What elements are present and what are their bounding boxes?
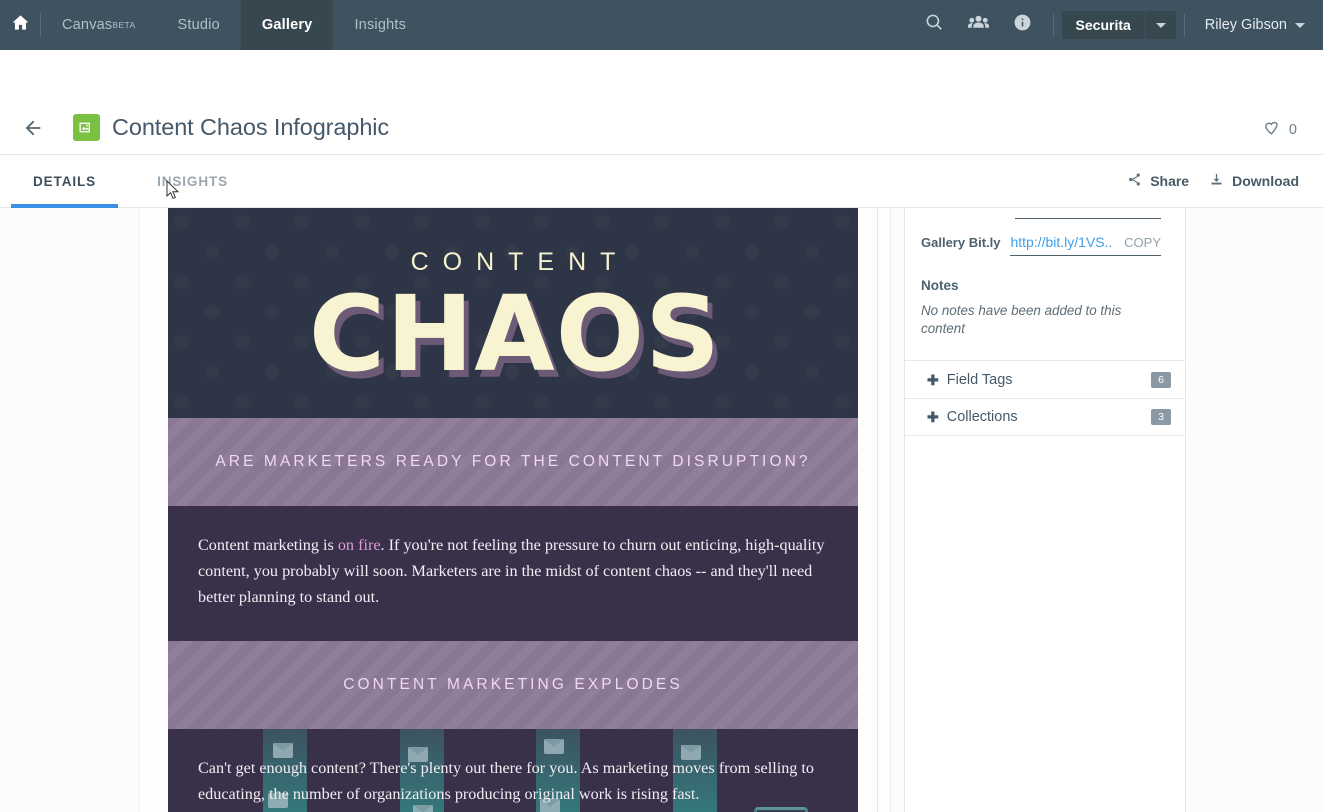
copy-button[interactable]: COPY <box>1124 235 1161 250</box>
right-empty-area <box>1186 208 1323 812</box>
accordion-field-tags[interactable]: ✚ Field Tags 6 <box>905 360 1185 398</box>
home-icon <box>11 13 30 37</box>
download-button[interactable]: Download <box>1209 172 1299 190</box>
nav-link-gallery[interactable]: Gallery <box>240 0 334 50</box>
tab-actions: Share Download <box>1127 155 1323 207</box>
tab-details[interactable]: DETAILS <box>11 155 119 208</box>
favorite-count: 0 <box>1288 122 1297 138</box>
infographic-header: CONTENT CHAOS <box>168 208 858 418</box>
page-header: Content Chaos Infographic Infographic Fi… <box>0 50 1323 174</box>
clipped-field-underline <box>1015 218 1161 219</box>
nav-separator <box>1052 14 1054 36</box>
infographic-body-1-highlight: on fire <box>337 536 381 554</box>
bitly-link[interactable]: http://bit.ly/1VS.. <box>1010 234 1112 250</box>
search-button[interactable] <box>913 0 957 50</box>
heart-icon <box>1262 118 1281 142</box>
chevron-down-icon <box>1155 22 1166 28</box>
back-arrow-icon <box>22 117 44 144</box>
bitly-label: Gallery Bit.ly <box>921 235 1001 250</box>
nav-link-canvas[interactable]: Canvas BETA <box>41 0 157 50</box>
collections-count-badge: 3 <box>1151 409 1171 426</box>
user-menu-label: Riley Gibson <box>1204 17 1287 33</box>
notes-title: Notes <box>921 278 959 293</box>
user-menu[interactable]: Riley Gibson <box>1193 0 1311 50</box>
plus-icon: ✚ <box>927 409 939 426</box>
people-button[interactable] <box>957 0 1001 50</box>
details-sidebar-panel: Gallery Bit.ly http://bit.ly/1VS.. COPY … <box>904 208 1186 812</box>
tab-bar: DETAILS INSIGHTS Share Download <box>0 155 1323 208</box>
infographic-body-1: Content marketing is on fire. If you're … <box>168 506 858 641</box>
org-selector-caret[interactable] <box>1145 11 1176 39</box>
share-label: Share <box>1150 173 1190 189</box>
bitly-value-wrap: http://bit.ly/1VS.. COPY <box>1010 234 1161 256</box>
basket-icon <box>754 806 808 812</box>
infographic-body-2-text: Can't get enough content? There's plenty… <box>198 758 815 803</box>
accordion-field-tags-label: Field Tags <box>946 371 1013 388</box>
nav-link-insights[interactable]: Insights <box>333 0 427 50</box>
share-icon <box>1127 172 1142 190</box>
field-tags-count-badge: 6 <box>1151 371 1171 388</box>
nav-link-canvas-beta: BETA <box>112 20 136 30</box>
share-button[interactable]: Share <box>1127 172 1189 190</box>
content-area: CONTENT CHAOS ARE MARKETERS READY FOR TH… <box>0 208 1323 812</box>
infographic-image: CONTENT CHAOS ARE MARKETERS READY FOR TH… <box>168 208 858 812</box>
bitly-field-row: Gallery Bit.ly http://bit.ly/1VS.. COPY <box>905 208 1185 256</box>
nav-link-studio[interactable]: Studio <box>157 0 241 50</box>
chevron-down-icon <box>1295 22 1305 28</box>
notes-empty-message[interactable]: No notes have been added to this content <box>921 302 1161 338</box>
content-preview-pane: CONTENT CHAOS ARE MARKETERS READY FOR TH… <box>140 208 876 812</box>
left-scroll-gutter[interactable] <box>0 208 147 812</box>
notes-block: Notes No notes have been added to this c… <box>905 256 1185 360</box>
search-icon <box>925 13 944 37</box>
panel-scroll-gutter[interactable] <box>876 208 904 812</box>
back-button[interactable] <box>20 117 46 143</box>
infographic-banner-1: ARE MARKETERS READY FOR THE CONTENT DISR… <box>168 418 858 506</box>
accordion-collections[interactable]: ✚ Collections 3 <box>905 398 1185 437</box>
page-title: Content Chaos Infographic <box>112 114 390 140</box>
download-icon <box>1209 172 1224 190</box>
info-button[interactable] <box>1001 0 1045 50</box>
title-row: Content Chaos Infographic <box>73 114 389 141</box>
nav-link-canvas-label: Canvas <box>62 17 113 33</box>
org-selector[interactable]: Securita <box>1061 11 1145 39</box>
accordion-collections-label: Collections <box>946 409 1018 426</box>
nav-separator-2 <box>1183 14 1185 36</box>
favorite-button[interactable]: 0 <box>1262 118 1297 142</box>
home-button[interactable] <box>0 0 40 50</box>
infographic-title-big: CHAOS <box>308 273 722 395</box>
infographic-body-1-part-a: Content marketing is <box>198 536 338 554</box>
top-navigation-bar: Canvas BETA Studio Gallery Insights Secur… <box>0 0 1323 50</box>
people-icon <box>968 13 990 37</box>
infographic-banner-2: CONTENT MARKETING EXPLODES <box>168 640 858 729</box>
info-icon <box>1013 13 1032 37</box>
infographic-body-2: Can't get enough content? There's plenty… <box>168 728 858 812</box>
nav-right-group: Securita Riley Gibson <box>913 0 1323 50</box>
image-thumbnail-icon <box>73 114 100 141</box>
tab-insights[interactable]: INSIGHTS <box>135 155 250 207</box>
nav-links: Canvas BETA Studio Gallery Insights <box>41 0 427 50</box>
download-label: Download <box>1232 173 1299 189</box>
plus-icon: ✚ <box>927 371 939 388</box>
